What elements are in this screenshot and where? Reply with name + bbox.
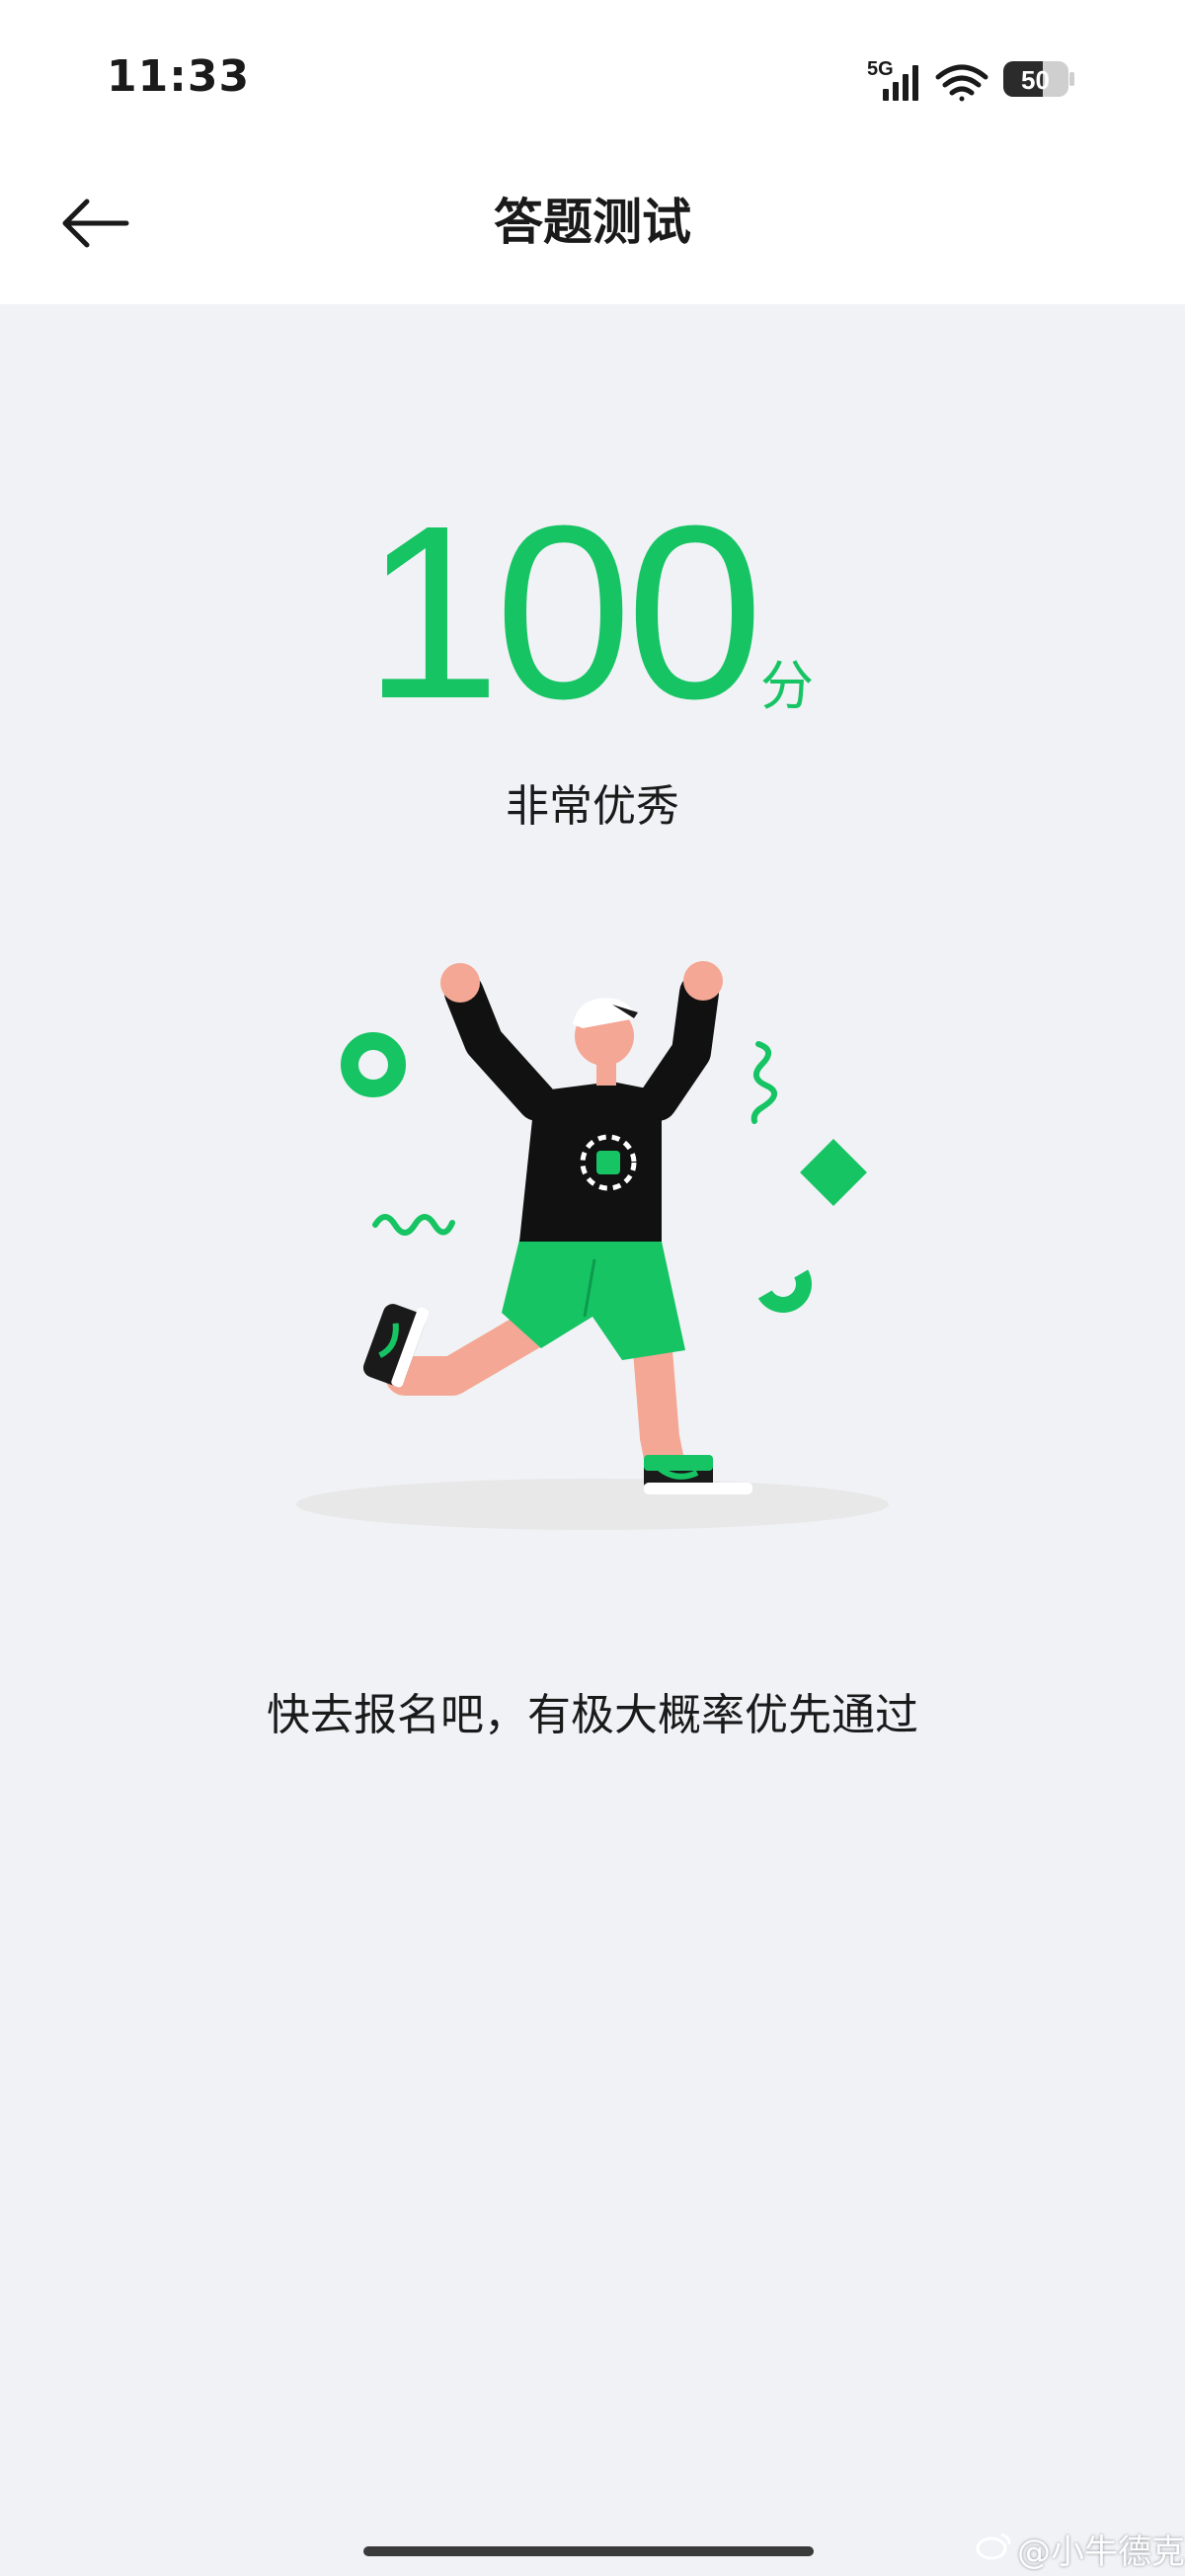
status-bar: 11:33 5G 50: [0, 0, 1185, 148]
home-indicator[interactable]: [363, 2546, 814, 2556]
wifi-icon: [935, 64, 988, 102]
score-display: 100 分: [0, 474, 1185, 750]
status-time: 11:33: [107, 51, 251, 102]
weibo-icon: [976, 2533, 1011, 2560]
battery-icon: 50: [1003, 61, 1074, 97]
battery-level: 50: [1021, 65, 1050, 95]
status-icons: 5G 50: [867, 58, 1074, 102]
grade-label: 非常优秀: [506, 781, 679, 832]
score-value: 100: [363, 474, 763, 750]
result-message: 快去报名吧，有极大概率优先通过: [267, 1690, 918, 1740]
network-label: 5G: [867, 58, 894, 80]
page-title: 答题测试: [494, 194, 691, 251]
watermark-text: @小牛德克: [1017, 2533, 1185, 2572]
celebration-illustration: [296, 961, 889, 1530]
score-unit: 分: [760, 655, 814, 717]
